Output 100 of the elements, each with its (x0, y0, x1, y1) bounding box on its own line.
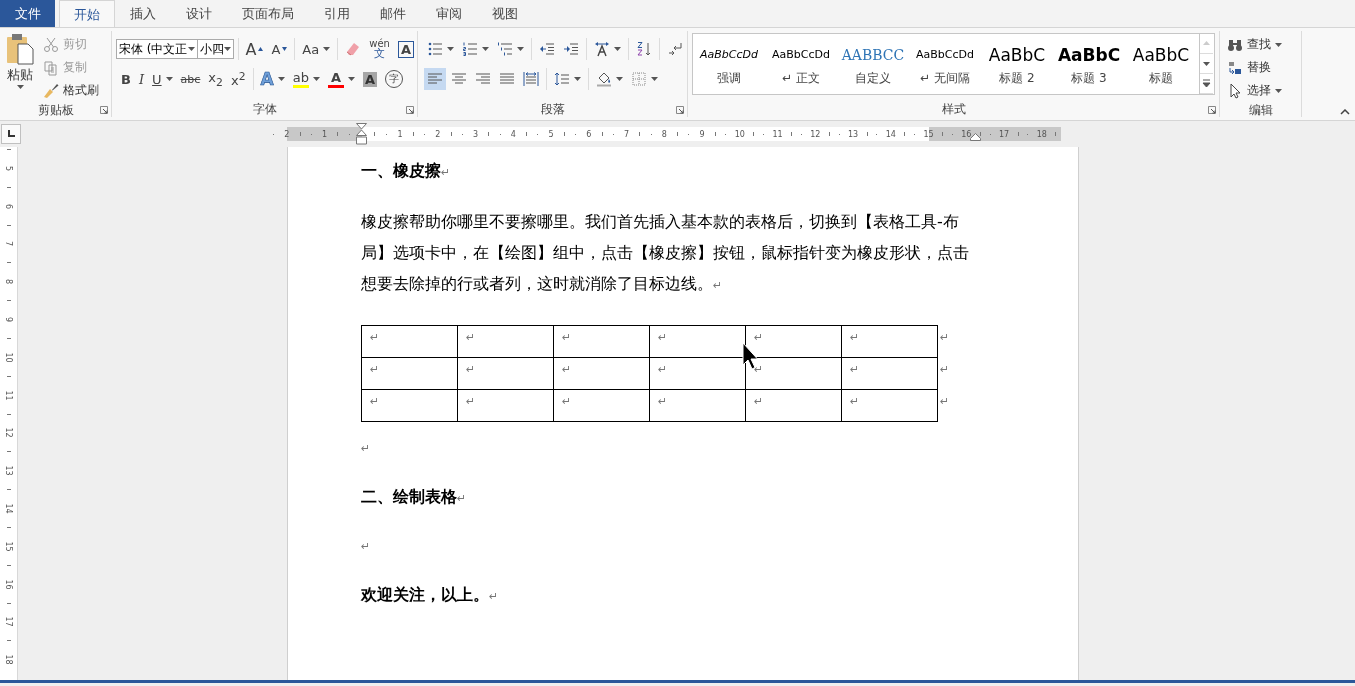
caret-icon (1275, 42, 1282, 47)
pointer-icon (1227, 82, 1243, 99)
underline-button[interactable]: U (149, 68, 176, 90)
group-title: 段落 (539, 101, 566, 117)
table-cell: ↵ (361, 325, 458, 358)
style-item[interactable]: AABBCC 自定义 (837, 34, 909, 94)
brush-button[interactable]: 格式刷 (40, 79, 102, 102)
ruler-number: 3 (473, 129, 479, 139)
sup-button[interactable]: x$^{2}$ (227, 68, 249, 90)
caret-icon (574, 77, 581, 81)
left-tab-icon (7, 130, 15, 138)
ruler-number: 2 (284, 129, 290, 139)
replace-button[interactable]: 替换 (1224, 56, 1297, 79)
ruler-number: 12 (810, 129, 821, 139)
up-triangle-icon (258, 47, 264, 51)
paragraph-mark: ↵ (361, 442, 371, 455)
strike-button[interactable]: abc (177, 68, 204, 90)
ribbon-tab[interactable]: 设计 (171, 0, 227, 27)
caret-icon (447, 47, 454, 51)
select-button[interactable]: 选择 (1224, 79, 1297, 102)
ribbon-tab[interactable]: 视图 (477, 0, 533, 27)
ruler-number: 10 (734, 129, 745, 139)
caret-icon (1275, 88, 1282, 93)
group-title: 字体 (251, 101, 278, 117)
font-size-field[interactable]: 小四 (197, 39, 234, 59)
style-item[interactable]: AaBbCcDd 强调 (693, 34, 765, 94)
bullet-list-icon (427, 41, 443, 57)
text-direction-icon (594, 41, 610, 57)
ruler-number: 13 (4, 465, 13, 476)
copy-icon (43, 59, 59, 76)
dialog-launcher-icon[interactable] (100, 106, 108, 114)
style-item[interactable]: AaBbC 标题 2 (981, 34, 1053, 94)
ruler-number: 9 (4, 317, 13, 323)
table-cell: ↵ (361, 357, 458, 390)
shrink-button[interactable]: A (268, 38, 291, 60)
table-cell: ↵ (841, 357, 938, 390)
file-tab[interactable]: 文件 (0, 0, 55, 27)
style-item[interactable]: AaBbCcDd ↵ 无间隔 (909, 34, 981, 94)
bold-button[interactable]: B (118, 68, 134, 90)
heading-text: 一、橡皮擦↵ (361, 160, 452, 182)
style-item[interactable]: AaBbC 标题 (1125, 34, 1197, 94)
collapse-ribbon-icon[interactable] (1340, 109, 1350, 115)
sort-icon (636, 41, 652, 57)
ruler-number: 1 (322, 129, 328, 139)
ruler-number: 15 (923, 129, 934, 139)
decrease-indent-icon (539, 41, 555, 57)
style-item[interactable]: AaBbCcDd ↵ 正文 (765, 34, 837, 94)
caret-icon (347, 77, 355, 81)
ribbon-tab[interactable]: 页面布局 (227, 0, 309, 27)
case-button[interactable]: Aa (299, 38, 334, 60)
grow-button[interactable]: A (242, 38, 267, 60)
row-end-mark: ↵ (939, 393, 950, 408)
ruler-number: 7 (4, 241, 13, 247)
ruler-number: 16 (4, 579, 13, 590)
caret-icon (312, 77, 320, 81)
multilevel-list-icon (497, 41, 513, 57)
group-title: 剪贴板 (36, 102, 75, 118)
table-cell: ↵ (457, 357, 554, 390)
table-cell: ↵ (361, 389, 458, 422)
ruler-number: 11 (4, 390, 13, 401)
sub-button[interactable]: x$_{2}$ (205, 68, 226, 90)
group-title: 样式 (940, 101, 967, 117)
color-button[interactable]: A (324, 68, 358, 90)
dialog-launcher-icon[interactable] (1208, 106, 1216, 114)
ribbon-tab[interactable]: 引用 (309, 0, 365, 27)
table-cell: ↵ (649, 389, 746, 422)
ruler-number: 15 (4, 541, 13, 552)
ruler-number: 8 (661, 129, 667, 139)
dialog-launcher-icon[interactable] (676, 106, 684, 114)
caret-icon (223, 47, 231, 51)
ribbon-tab[interactable]: 插入 (115, 0, 171, 27)
justify-icon (499, 71, 515, 87)
ruler-number: 9 (699, 129, 705, 139)
indent-marker-icon[interactable] (356, 123, 367, 145)
paragraph-marks-icon (667, 41, 683, 57)
highlight-button[interactable]: ab (289, 68, 323, 90)
caret-icon (165, 77, 173, 81)
ribbon-tab[interactable]: 审阅 (421, 0, 477, 27)
numbered-list-icon (462, 41, 478, 57)
font-family-field[interactable]: 宋体 (中文正 (116, 39, 198, 59)
dialog-launcher-icon[interactable] (406, 106, 414, 114)
table-cell: ↵ (553, 325, 650, 358)
italic-button[interactable]: I (135, 68, 148, 90)
caret-icon (517, 47, 524, 51)
ruler-number: 5 (548, 129, 554, 139)
table-cell: ↵ (457, 325, 554, 358)
paintbrush-icon (43, 82, 59, 99)
ruler-number: 6 (586, 129, 592, 139)
caret-icon (482, 47, 489, 51)
caret-icon (187, 47, 195, 51)
paste-button[interactable]: 粘贴 (0, 31, 40, 102)
ribbon-tab[interactable]: 开始 (59, 0, 115, 28)
right-indent-marker-icon[interactable] (970, 133, 981, 141)
tab-stop-selector[interactable] (1, 124, 21, 144)
caret-icon (16, 85, 24, 89)
find-button[interactable]: 查找 (1224, 33, 1297, 56)
body-paragraph: 橡皮擦帮助你哪里不要擦哪里。我们首先插入基本款的表格后，切换到【表格工具-布局】选项卡中，在【绘图】组中，点击【橡皮擦】按钮，鼠标指针变为橡皮形状，点击想要去除掉的行或者列，这时就消除了目标边线。↵ (361, 211, 970, 295)
style-item[interactable]: AaBbC 标题 3 (1053, 34, 1125, 94)
ribbon-tab[interactable]: 邮件 (365, 0, 421, 27)
ruler-number: 4 (510, 129, 516, 139)
